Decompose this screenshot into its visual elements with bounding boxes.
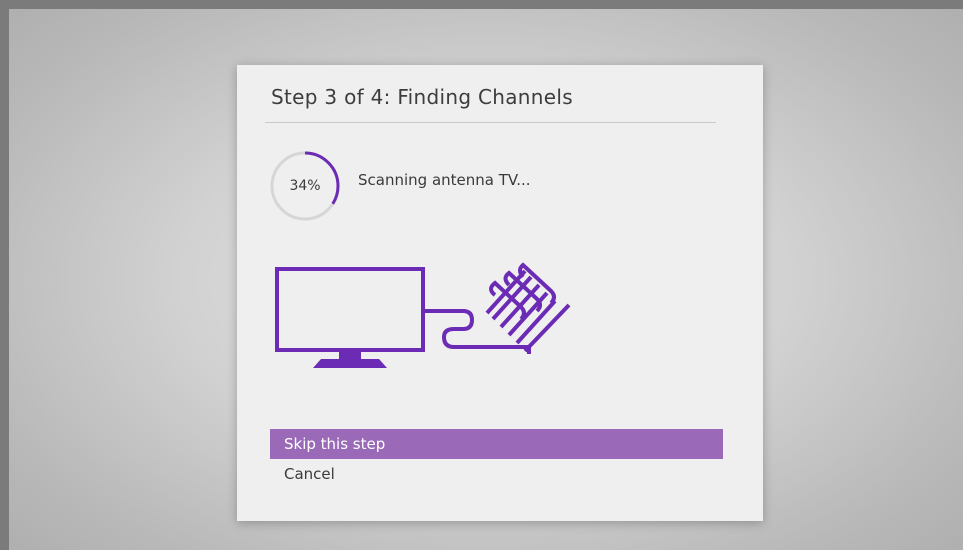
title-divider	[265, 122, 716, 123]
screen-background: Step 3 of 4: Finding Channels 34% Scanni…	[9, 9, 963, 550]
cancel-button[interactable]: Cancel	[270, 459, 723, 489]
skip-step-button[interactable]: Skip this step	[270, 429, 723, 459]
tv-antenna-icon	[275, 262, 571, 368]
scan-status-text: Scanning antenna TV...	[358, 171, 531, 189]
options-menu: Skip this step Cancel	[270, 429, 723, 489]
progress-ring: 34%	[269, 150, 341, 222]
setup-dialog: Step 3 of 4: Finding Channels 34% Scanni…	[237, 65, 763, 521]
dialog-title: Step 3 of 4: Finding Channels	[271, 85, 573, 109]
progress-percent: 34%	[289, 178, 321, 194]
